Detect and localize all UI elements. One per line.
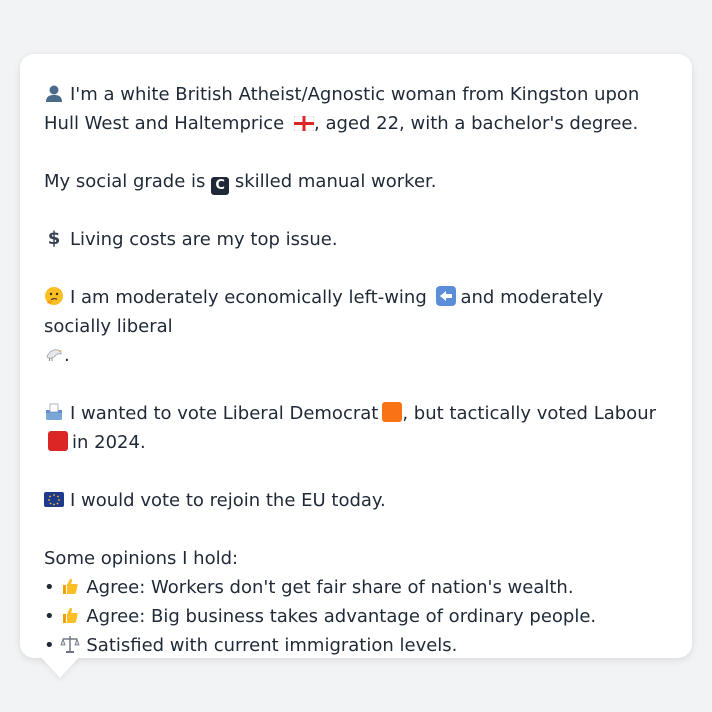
issue-paragraph: $ Living costs are my top issue. — [44, 225, 668, 254]
england-flag-icon — [294, 116, 314, 131]
ideology-text-a: I am moderately economically left-wing — [70, 287, 427, 308]
ballot-box-icon — [46, 403, 62, 420]
vote-paragraph: I wanted to vote Liberal Democrat , but t… — [44, 399, 668, 457]
thinking-face-icon — [45, 287, 63, 305]
vote-text-b: , but tactically voted Labour — [402, 403, 656, 424]
bust-silhouette-icon — [46, 85, 62, 102]
orange-square-icon — [382, 402, 403, 422]
intro-paragraph: I'm a white British Atheist/Agnostic wom… — [44, 80, 668, 138]
opinion-text: Agree: Workers don't get fair share of n… — [86, 577, 574, 598]
eu-paragraph: I would vote to rejoin the EU today. — [44, 486, 668, 515]
eu-text: I would vote to rejoin the EU today. — [70, 490, 386, 511]
speech-bubble-tail — [40, 656, 80, 678]
bullet: • — [44, 635, 55, 656]
issue-text: Living costs are my top issue. — [70, 229, 338, 250]
thumbs-up-icon — [63, 578, 78, 594]
left-arrow-icon — [436, 286, 457, 306]
intro-text-b: , aged 22, with a bachelor's degree. — [314, 113, 639, 134]
heavy-dollar-sign-icon: $ — [48, 228, 61, 248]
grade-text-b: skilled manual worker. — [234, 171, 437, 192]
bullet: • — [44, 606, 55, 627]
c-button-icon: C — [211, 177, 230, 195]
opinion-item: • Satisfied with current immigration lev… — [44, 631, 668, 660]
grade-paragraph: My social grade is C skilled manual work… — [44, 167, 668, 196]
bullet: • — [44, 577, 55, 598]
opinion-item: • Agree: Workers don't get fair share of… — [44, 573, 668, 602]
opinions-heading: Some opinions I hold: — [44, 548, 239, 569]
opinion-item: • Agree: Big business takes advantage of… — [44, 602, 668, 631]
scales-icon — [60, 636, 80, 653]
thumbs-up-icon — [63, 607, 78, 623]
red-square-icon — [48, 431, 68, 451]
grade-text-a: My social grade is — [44, 171, 206, 192]
opinion-text: Satisfied with current immigration level… — [86, 635, 458, 656]
opinion-text: Agree: Big business takes advantage of o… — [86, 606, 597, 627]
ideology-paragraph: I am moderately economically left-wing a… — [44, 283, 668, 370]
vote-text-c: in 2024. — [72, 432, 146, 453]
svg-text:$: $ — [48, 228, 61, 248]
eu-flag-icon — [44, 492, 64, 507]
vote-text-a: I wanted to vote Liberal Democrat — [70, 403, 379, 424]
dove-icon — [46, 349, 62, 362]
message-card: I'm a white British Atheist/Agnostic wom… — [20, 54, 692, 658]
ideology-text-c: . — [64, 345, 70, 366]
